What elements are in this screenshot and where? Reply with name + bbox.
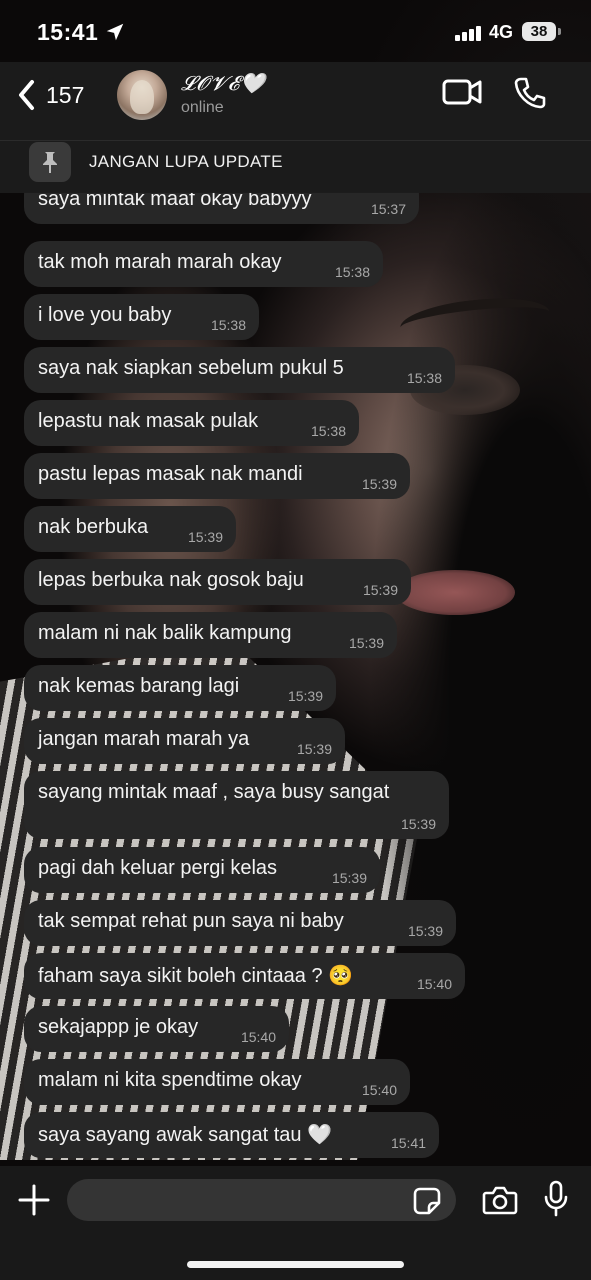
message-text: jangan marah marah ya [38,728,250,750]
message-text: tak sempat rehat pun saya ni baby [38,910,344,932]
message-time: 15:39 [331,870,367,886]
message-bubble[interactable]: tak moh marah marah okay 15:38 [24,241,383,287]
cellular-signal-icon [455,25,483,41]
message-bubble[interactable]: malam ni nak balik kampung 15:39 [24,612,397,658]
message-time: 15:40 [361,1082,397,1098]
message-text: nak berbuka [38,516,149,538]
message-text: sekajappp je okay [38,1016,199,1038]
message-text: tak moh marah marah okay [38,251,282,273]
message-list[interactable]: saya mintak maaf okay babyyy 15:37 tak m… [0,192,591,1166]
message-time: 15:38 [334,264,370,280]
sticker-icon[interactable] [412,1186,442,1216]
message-text: malam ni nak balik kampung [38,622,292,644]
message-input[interactable] [67,1179,456,1221]
message-text: i love you baby [38,304,172,326]
chat-header: 157 𝓛𝓞𝓥𝓔🤍 online [0,62,591,140]
message-bubble[interactable]: malam ni kita spendtime okay 15:40 [24,1059,410,1105]
message-text: nak kemas barang lagi [38,675,240,697]
message-bubble[interactable]: sayang mintak maaf , saya busy sangat 15… [24,771,449,839]
message-bubble[interactable]: saya nak siapkan sebelum pukul 5 15:38 [24,347,455,393]
message-bubble[interactable]: sekajappp je okay 15:40 [24,1006,289,1052]
message-time: 15:39 [348,635,384,651]
contact-status: online [181,99,224,116]
message-time: 15:37 [370,201,406,217]
message-time: 15:38 [210,317,246,333]
location-arrow-icon [106,23,124,41]
message-bubble[interactable]: jangan marah marah ya 15:39 [24,718,345,764]
video-call-button[interactable] [441,76,483,108]
microphone-icon[interactable] [543,1180,569,1218]
message-bubble[interactable]: pastu lepas masak nak mandi 15:39 [24,453,410,499]
message-text: pagi dah keluar pergi kelas [38,857,278,879]
message-text: saya mintak maaf okay babyyy [38,192,312,210]
status-bar: 15:41 4G 38 [0,0,591,62]
pinned-message-text: JANGAN LUPA UPDATE [89,152,283,171]
message-time: 15:40 [416,976,452,992]
message-time: 15:39 [407,923,443,939]
home-indicator[interactable] [187,1261,404,1268]
message-time: 15:39 [296,741,332,757]
message-bubble[interactable]: saya mintak maaf okay babyyy 15:37 [24,192,419,224]
contact-avatar[interactable] [117,70,167,120]
message-time: 15:39 [362,582,398,598]
message-text: saya sayang awak sangat tau 🤍 [38,1124,332,1146]
message-bubble[interactable]: lepastu nak masak pulak 15:38 [24,400,359,446]
message-bubble[interactable]: nak kemas barang lagi 15:39 [24,665,336,711]
unread-count: 157 [46,81,85,108]
message-bubble[interactable]: lepas berbuka nak gosok baju 15:39 [24,559,411,605]
voice-call-button[interactable] [513,76,547,110]
message-time: 15:41 [390,1135,426,1151]
message-time: 15:39 [287,688,323,704]
message-bubble[interactable]: tak sempat rehat pun saya ni baby 15:39 [24,900,456,946]
message-text: sayang mintak maaf , saya busy sangat [38,781,390,803]
message-bubble[interactable]: i love you baby 15:38 [24,294,259,340]
message-text: lepas berbuka nak gosok baju [38,569,304,591]
message-bubble[interactable]: faham saya sikit boleh cintaaa ? 🥺 15:40 [24,953,465,999]
back-button[interactable]: 157 [16,78,84,112]
network-type: 4G [489,22,514,42]
message-time: 15:40 [240,1029,276,1045]
message-text: faham saya sikit boleh cintaaa ? 🥺 [38,965,354,987]
message-time: 15:38 [406,370,442,386]
plus-icon[interactable] [17,1183,51,1217]
battery-icon: 38 [522,22,561,41]
message-text: malam ni kita spendtime okay [38,1069,302,1091]
message-text: saya nak siapkan sebelum pukul 5 [38,357,344,379]
status-time: 15:41 [37,19,99,45]
message-time: 15:39 [187,529,223,545]
message-bubble[interactable]: pagi dah keluar pergi kelas 15:39 [24,847,380,893]
contact-name[interactable]: 𝓛𝓞𝓥𝓔🤍 [181,71,266,95]
pinned-message-bar[interactable]: JANGAN LUPA UPDATE [0,140,591,193]
camera-icon[interactable] [482,1184,518,1216]
message-input-bar [0,1166,591,1280]
chevron-left-icon [19,80,34,110]
message-time: 15:38 [310,423,346,439]
message-text: lepastu nak masak pulak [38,410,259,432]
message-bubble[interactable]: saya sayang awak sangat tau 🤍 15:41 [24,1112,439,1158]
message-text: pastu lepas masak nak mandi [38,463,303,485]
message-time: 15:39 [400,816,436,832]
message-time: 15:39 [361,476,397,492]
message-bubble[interactable]: nak berbuka 15:39 [24,506,236,552]
pin-icon [29,142,71,182]
